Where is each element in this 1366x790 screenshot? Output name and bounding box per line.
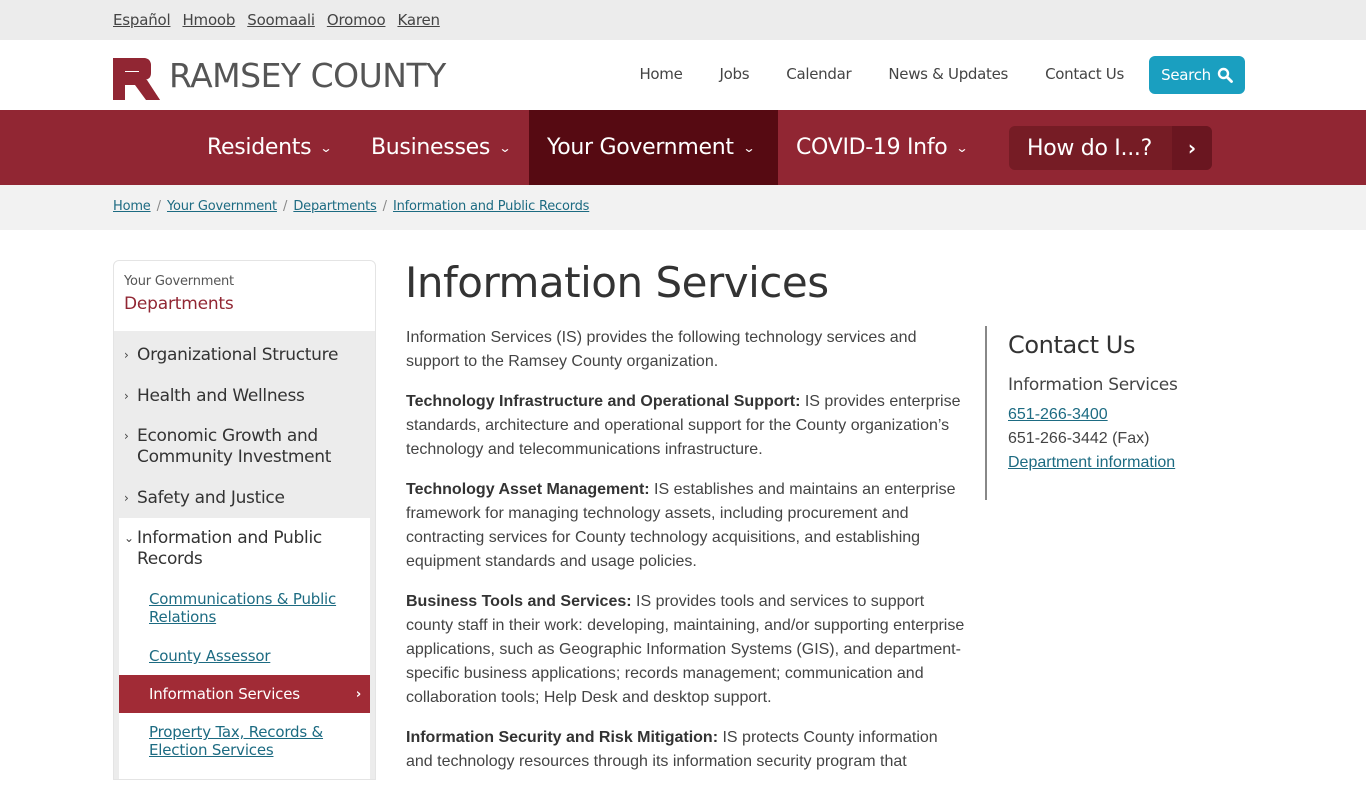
how-do-i-button[interactable]: How do I...? › — [1009, 126, 1212, 170]
site-logo[interactable]: RAMSEY COUNTY — [113, 58, 446, 100]
section-heading: Business Tools and Services: — [406, 593, 632, 610]
search-icon — [1217, 67, 1233, 83]
search-button[interactable]: Search — [1149, 56, 1245, 94]
nav-your-government-label: Your Government — [547, 135, 734, 160]
language-link-oromoo[interactable]: Oromoo — [327, 11, 386, 29]
contact-title: Contact Us — [1008, 331, 1136, 359]
util-link-home[interactable]: Home — [639, 65, 682, 83]
sidebar-item-economic-growth[interactable]: › Economic Growth and Community Investme… — [124, 426, 364, 468]
page-title: Information Services — [405, 258, 829, 307]
section-paragraph: Technology Asset Management: IS establis… — [406, 478, 966, 574]
chevron-down-icon: ⌄ — [124, 531, 134, 545]
utility-nav: Home Jobs Calendar News & Updates Contac… — [602, 65, 1124, 83]
breadcrumb-separator: / — [156, 199, 161, 214]
language-link-hmoob[interactable]: Hmoob — [182, 11, 235, 29]
nav-businesses[interactable]: Businesses ⌄ — [353, 110, 528, 185]
chevron-right-icon: › — [124, 429, 129, 443]
chevron-right-icon: › — [355, 686, 361, 702]
contact-department: Information Services — [1008, 375, 1178, 395]
language-link-soomaali[interactable]: Soomaali — [247, 11, 315, 29]
main-nav: Residents ⌄ Businesses ⌄ Your Government… — [0, 110, 1366, 185]
util-link-news-updates[interactable]: News & Updates — [888, 65, 1008, 83]
contact-fax: 651-266-3442 (Fax) — [1008, 430, 1150, 447]
site-header: RAMSEY COUNTY Home Jobs Calendar News & … — [0, 40, 1366, 110]
sidebar-item-label: Organizational Structure — [137, 345, 339, 365]
language-link-espanol[interactable]: Español — [113, 11, 171, 29]
chevron-down-icon: ⌄ — [955, 140, 969, 155]
sidebar-item-safety-justice[interactable]: › Safety and Justice — [124, 488, 364, 509]
section-heading: Information Security and Risk Mitigation… — [406, 729, 719, 746]
department-information-link[interactable]: Department information — [1008, 451, 1245, 475]
util-link-calendar[interactable]: Calendar — [786, 65, 851, 83]
nav-businesses-label: Businesses — [371, 135, 491, 160]
sidebar-subitem-property-tax[interactable]: Property Tax, Records & Election Service… — [149, 723, 359, 759]
contact-phone-link[interactable]: 651-266-3400 — [1008, 403, 1245, 427]
chevron-right-icon: › — [1172, 126, 1212, 170]
section-paragraph: Technology Infrastructure and Operationa… — [406, 390, 966, 462]
intro-paragraph: Information Services (IS) provides the f… — [406, 329, 917, 370]
section-heading: Technology Infrastructure and Operationa… — [406, 393, 801, 410]
nav-your-government[interactable]: Your Government ⌄ — [529, 110, 778, 185]
section-heading: Technology Asset Management: — [406, 481, 650, 498]
chevron-down-icon: ⌄ — [498, 140, 512, 155]
chevron-right-icon: › — [124, 491, 129, 505]
chevron-right-icon: › — [124, 389, 129, 403]
sidebar-item-label: Safety and Justice — [137, 488, 285, 508]
sidebar-title[interactable]: Departments — [124, 294, 365, 314]
section-paragraph: Business Tools and Services: IS provides… — [406, 590, 966, 710]
sidebar-subitem-label: Information Services — [149, 685, 300, 703]
breadcrumb-bar: Home / Your Government / Departments / I… — [0, 185, 1366, 230]
sidebar-subitem-county-assessor[interactable]: County Assessor — [149, 647, 359, 665]
nav-covid-label: COVID-19 Info — [796, 135, 948, 160]
chevron-down-icon: ⌄ — [742, 140, 755, 155]
ramsey-r-logo-icon — [113, 58, 160, 100]
contact-box: Contact Us Information Services 651-266-… — [985, 326, 1245, 500]
breadcrumb-separator: / — [382, 199, 387, 214]
how-do-i-label: How do I...? — [1027, 135, 1152, 161]
sidebar-item-organizational-structure[interactable]: › Organizational Structure — [124, 345, 364, 366]
nav-residents[interactable]: Residents ⌄ — [189, 110, 349, 185]
sidebar-subitem-information-services[interactable]: Information Services › — [119, 675, 370, 713]
breadcrumb: Home / Your Government / Departments / I… — [113, 199, 589, 214]
sidebar-item-health-wellness[interactable]: › Health and Wellness — [124, 386, 364, 407]
sidebar-item-label: Information and Public Records — [137, 528, 322, 569]
sidebar-header: Your Government Departments — [114, 261, 375, 331]
sidebar-subitem-communications[interactable]: Communications & Public Relations — [149, 590, 359, 626]
breadcrumb-separator: / — [282, 199, 288, 214]
sidebar-parent-link[interactable]: Your Government — [124, 274, 365, 289]
language-link-karen[interactable]: Karen — [397, 11, 440, 29]
nav-covid-19-info[interactable]: COVID-19 Info ⌄ — [778, 110, 985, 185]
sidebar-item-label: Economic Growth and Community Investment — [137, 426, 332, 467]
chevron-down-icon: ⌄ — [319, 140, 333, 155]
breadcrumb-your-government[interactable]: Your Government — [167, 199, 277, 214]
breadcrumb-departments[interactable]: Departments — [293, 199, 376, 214]
sidebar-item-information-public-records[interactable]: ⌄ Information and Public Records — [124, 528, 364, 570]
page-content: Information Services (IS) provides the f… — [406, 326, 966, 790]
breadcrumb-home[interactable]: Home — [113, 199, 151, 214]
search-button-label: Search — [1161, 66, 1211, 84]
sidebar-nav: Your Government Departments › Organizati… — [113, 260, 376, 780]
language-bar: Español Hmoob Soomaali Oromoo Karen — [0, 0, 1366, 40]
chevron-right-icon: › — [124, 348, 129, 362]
section-paragraph: Information Security and Risk Mitigation… — [406, 726, 966, 774]
site-name: RAMSEY COUNTY — [169, 55, 446, 95]
sidebar-item-label: Health and Wellness — [137, 386, 305, 406]
breadcrumb-information-public-records[interactable]: Information and Public Records — [393, 199, 589, 214]
nav-residents-label: Residents — [207, 135, 312, 160]
util-link-contact-us[interactable]: Contact Us — [1045, 65, 1124, 83]
util-link-jobs[interactable]: Jobs — [720, 65, 750, 83]
